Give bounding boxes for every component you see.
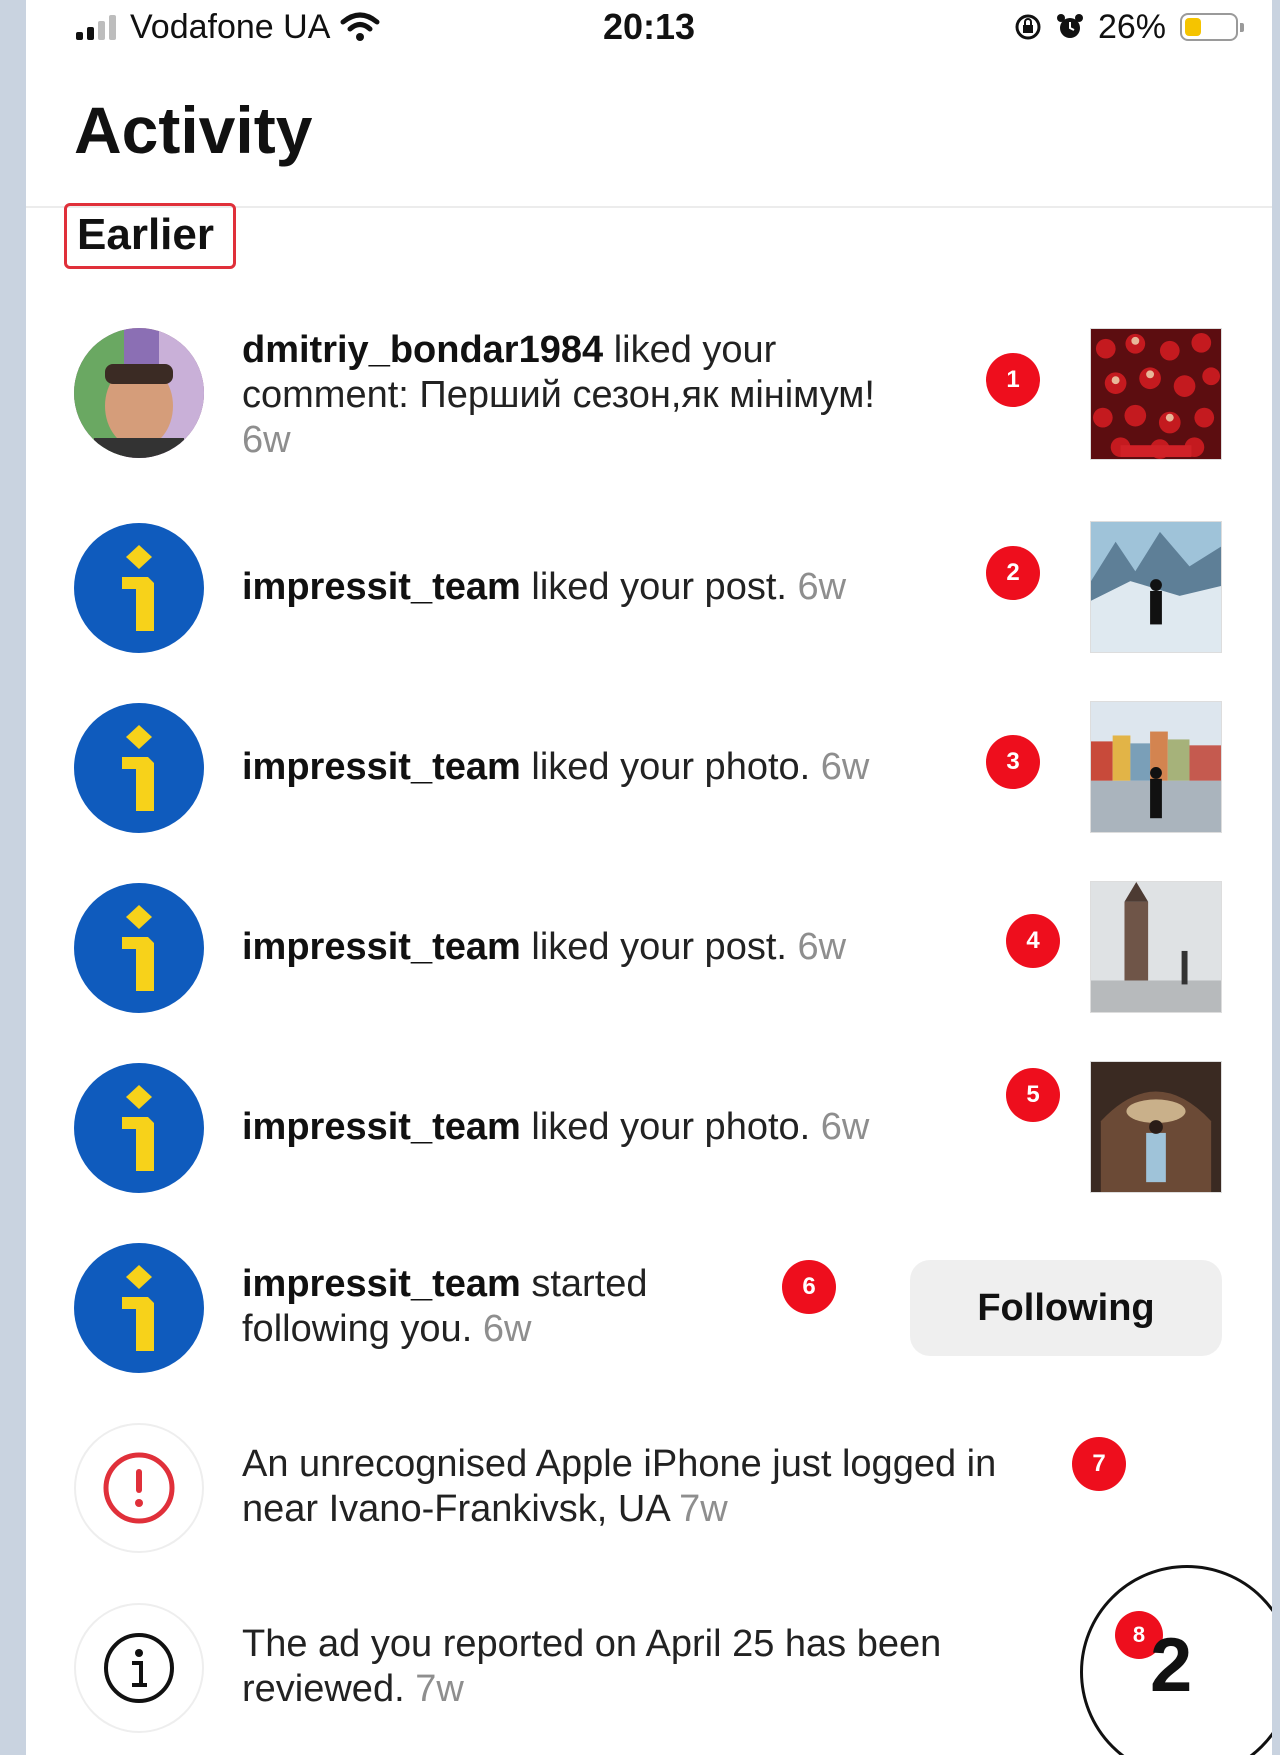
notification-action: liked your photo. — [520, 746, 821, 788]
user-avatar[interactable] — [74, 883, 204, 1013]
notification-message: An unrecognised Apple iPhone just logged… — [242, 1443, 997, 1530]
username[interactable]: impressit_team — [242, 746, 521, 788]
wifi-icon — [340, 12, 380, 41]
step-badge: 2 — [986, 546, 1040, 600]
info-avatar — [74, 1603, 204, 1733]
impressit-logo-icon — [122, 1085, 154, 1171]
status-carrier: Vodafone UA — [76, 6, 380, 48]
step-badge: 3 — [986, 735, 1040, 789]
post-thumbnail[interactable] — [1090, 701, 1222, 833]
timestamp: 6w — [820, 746, 870, 788]
post-thumbnail[interactable] — [1090, 328, 1222, 460]
status-right: 26% — [1014, 6, 1244, 48]
timestamp: 6w — [242, 419, 291, 461]
user-avatar[interactable] — [74, 523, 204, 653]
timestamp: 6w — [820, 1106, 870, 1148]
battery-icon — [1180, 13, 1244, 41]
notification-text: impressit_team liked your photo. 6w — [242, 1105, 962, 1150]
user-avatar[interactable] — [74, 1063, 204, 1193]
username[interactable]: dmitriy_bondar1984 — [242, 329, 603, 371]
notification-text: impressit_team liked your photo. 6w — [242, 745, 962, 790]
impressit-logo-icon — [122, 905, 154, 991]
timestamp: 6w — [797, 566, 847, 608]
thumbnail-image — [1091, 702, 1221, 832]
timestamp: 6w — [482, 1308, 532, 1350]
notification-text: impressit_team started following you. 6w — [242, 1262, 712, 1352]
thumbnail-image — [1091, 882, 1221, 1012]
step-badge: 6 — [782, 1260, 836, 1314]
alert-icon — [103, 1452, 175, 1524]
alarm-icon — [1056, 14, 1083, 38]
section-label-earlier: Earlier — [64, 203, 236, 269]
impressit-logo-icon — [122, 725, 154, 811]
user-avatar[interactable] — [74, 1243, 204, 1373]
timestamp: 7w — [415, 1668, 464, 1710]
username[interactable]: impressit_team — [242, 1106, 521, 1148]
notification-text: dmitriy_bondar1984 liked your comment: П… — [242, 328, 902, 463]
notification-action: liked your post. — [520, 926, 798, 968]
notification-text: impressit_team liked your post. 6w — [242, 925, 942, 970]
username[interactable]: impressit_team — [242, 926, 521, 968]
step-badge: 5 — [1006, 1068, 1060, 1122]
step-badge: 1 — [986, 353, 1040, 407]
signal-icon — [76, 14, 116, 40]
post-thumbnail[interactable] — [1090, 881, 1222, 1013]
user-avatar[interactable] — [74, 328, 204, 458]
info-icon — [104, 1633, 174, 1703]
impressit-logo-icon — [122, 1265, 154, 1351]
carrier-name: Vodafone UA — [130, 7, 331, 46]
notification-action: liked your post. — [520, 566, 798, 608]
step-badge: 7 — [1072, 1437, 1126, 1491]
notification-action: liked your photo. — [520, 1106, 821, 1148]
timestamp: 6w — [797, 926, 847, 968]
notification-text: An unrecognised Apple iPhone just logged… — [242, 1442, 1002, 1532]
notification-text: The ad you reported on April 25 has been… — [242, 1622, 1042, 1712]
following-button[interactable]: Following — [910, 1260, 1222, 1356]
notification-message: The ad you reported on April 25 has been… — [242, 1623, 942, 1710]
thumbnail-image — [1091, 522, 1221, 652]
thumbnail-image — [1091, 1062, 1221, 1192]
battery-percent: 26% — [1097, 7, 1166, 46]
impressit-logo-icon — [122, 545, 154, 631]
page-title: Activity — [74, 93, 313, 167]
timestamp: 7w — [679, 1488, 728, 1530]
notification-text: impressit_team liked your post. 6w — [242, 565, 942, 610]
username[interactable]: impressit_team — [242, 1263, 521, 1305]
rotation-lock-icon — [1015, 14, 1041, 40]
security-alert-avatar — [74, 1423, 204, 1553]
profile-photo — [74, 328, 204, 458]
post-thumbnail[interactable] — [1090, 521, 1222, 653]
phone-screen: Vodafone UA 20:13 26% Activity Earlier d… — [26, 0, 1272, 1755]
thumbnail-image — [1091, 329, 1221, 459]
username[interactable]: impressit_team — [242, 566, 521, 608]
user-avatar[interactable] — [74, 703, 204, 833]
post-thumbnail[interactable] — [1090, 1061, 1222, 1193]
annotation-number: 2 — [1150, 1623, 1193, 1708]
step-badge: 4 — [1006, 914, 1060, 968]
